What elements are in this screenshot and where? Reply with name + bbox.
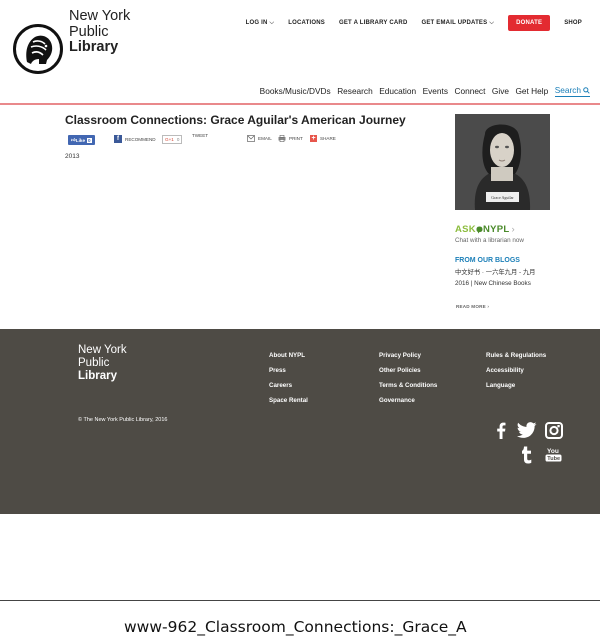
share-bar: 👍︎ Like 0 f RECOMMEND G+1 0 TWEET EMAIL …	[66, 133, 426, 147]
locations-link[interactable]: LOCATIONS	[288, 20, 325, 26]
library-card-label: GET A LIBRARY CARD	[338, 20, 408, 26]
main-nav: Books/Music/DVDs Research Education Even…	[253, 85, 590, 97]
like-count: 0	[87, 137, 92, 143]
footer-link-accessibility[interactable]: Accessibility	[486, 363, 546, 378]
search-button[interactable]: Search	[554, 85, 590, 97]
envelope-icon	[247, 135, 255, 142]
logo-line-1: New York	[69, 8, 131, 24]
gplus-label: G+1	[165, 137, 174, 142]
blog-link[interactable]: 中文好书 · 一六年九月 - 九月 2016 | New Chinese Boo…	[455, 267, 543, 289]
chat-bubble-icon	[476, 226, 483, 233]
share-label: SHARE	[320, 136, 336, 141]
utility-nav: LOG IN ⌵ LOCATIONS GET A LIBRARY CARD GE…	[232, 15, 582, 31]
printer-icon	[278, 135, 286, 142]
shop-link[interactable]: SHOP	[564, 20, 582, 26]
twitter-icon[interactable]	[517, 422, 537, 438]
search-label: Search	[554, 85, 581, 95]
google-plus-button[interactable]: G+1 0	[162, 135, 183, 144]
plus-icon: +	[310, 135, 317, 142]
footer-link-about[interactable]: About NYPL	[269, 348, 308, 363]
nav-books-music-dvds[interactable]: Books/Music/DVDs	[260, 86, 331, 96]
tweet-button[interactable]: TWEET	[192, 133, 208, 138]
search-icon	[583, 86, 590, 94]
grace-aguilar-portrait[interactable]: Grace Aguilar	[455, 114, 550, 210]
footer-logo-line-1: New York	[78, 344, 127, 356]
nypl-wordmark[interactable]: New York Public Library	[69, 8, 131, 56]
footer-logo-line-2: Public	[78, 357, 110, 369]
header-divider	[0, 103, 600, 105]
footer-link-terms[interactable]: Terms & Conditions	[379, 378, 437, 393]
nav-research[interactable]: Research	[337, 86, 373, 96]
chevron-right-icon: ›	[511, 224, 515, 235]
footer-link-privacy[interactable]: Privacy Policy	[379, 348, 437, 363]
nav-get-help[interactable]: Get Help	[515, 86, 548, 96]
like-label: Like	[75, 137, 86, 143]
ask-nypl-link[interactable]: ASK NYPL ›	[455, 224, 515, 235]
youtube-icon[interactable]: You Tube	[545, 447, 562, 462]
footer-link-space-rental[interactable]: Space Rental	[269, 393, 308, 408]
email-label: EMAIL	[258, 136, 272, 141]
tumblr-icon[interactable]	[521, 446, 533, 464]
footer-link-press[interactable]: Press	[269, 363, 308, 378]
portrait-caption: Grace Aguilar	[491, 195, 514, 200]
share-button[interactable]: + SHARE	[310, 135, 336, 142]
chevron-down-icon: ⌵	[489, 19, 495, 26]
recommend-button[interactable]: f RECOMMEND	[114, 135, 156, 143]
copyright-text: © The New York Public Library, 2016	[78, 417, 168, 423]
page-title: Classroom Connections: Grace Aguilar's A…	[65, 113, 406, 127]
svg-text:You: You	[547, 448, 559, 455]
donate-button[interactable]: DONATE	[508, 15, 551, 31]
facebook-icon: f	[114, 135, 122, 143]
nav-events[interactable]: Events	[423, 86, 448, 96]
ask-nypl-subtext: Chat with a librarian now	[455, 237, 524, 244]
read-more-link[interactable]: READ MORE ›	[456, 304, 489, 309]
email-updates-link[interactable]: GET EMAIL UPDATES ⌵	[421, 20, 494, 27]
log-in-label: LOG IN	[245, 20, 268, 26]
instagram-icon[interactable]	[545, 422, 563, 439]
facebook-icon[interactable]	[495, 422, 507, 439]
print-button[interactable]: PRINT	[278, 135, 303, 142]
nypl-label: NYPL	[482, 224, 510, 235]
recommend-label: RECOMMEND	[125, 136, 156, 142]
gplus-count: 0	[176, 137, 180, 142]
print-label: PRINT	[289, 136, 303, 141]
blogs-heading: FROM OUR BLOGS	[455, 257, 520, 264]
locations-label: LOCATIONS	[288, 20, 325, 26]
library-card-link[interactable]: GET A LIBRARY CARD	[339, 20, 408, 26]
article-year: 2013	[65, 153, 80, 160]
site-footer: New York Public Library About NYPL Press…	[0, 329, 600, 514]
log-in-link[interactable]: LOG IN ⌵	[246, 20, 275, 27]
facebook-like-button[interactable]: 👍︎ Like 0	[68, 135, 95, 145]
screenshot-caption: www-962_Classroom_Connections:_Grace_A	[0, 600, 600, 640]
footer-column-1: About NYPL Press Careers Space Rental	[269, 348, 308, 408]
ask-label: ASK	[455, 224, 476, 235]
footer-link-other-policies[interactable]: Other Policies	[379, 363, 437, 378]
footer-column-3: Rules & Regulations Accessibility Langua…	[486, 348, 546, 393]
footer-link-rules[interactable]: Rules & Regulations	[486, 348, 546, 363]
logo-line-3: Library	[69, 39, 119, 55]
email-updates-label: GET EMAIL UPDATES	[421, 20, 488, 26]
footer-logo-line-3: Library	[78, 370, 117, 382]
nav-connect[interactable]: Connect	[454, 86, 485, 96]
footer-link-careers[interactable]: Careers	[269, 378, 308, 393]
nypl-lion-logo[interactable]	[13, 24, 63, 74]
email-button[interactable]: EMAIL	[247, 135, 272, 142]
logo-line-2: Public	[69, 23, 109, 40]
chevron-down-icon: ⌵	[269, 19, 275, 26]
nav-education[interactable]: Education	[379, 86, 416, 96]
footer-link-governance[interactable]: Governance	[379, 393, 437, 408]
footer-wordmark[interactable]: New York Public Library	[78, 344, 127, 383]
footer-column-2: Privacy Policy Other Policies Terms & Co…	[379, 348, 437, 408]
svg-text:Tube: Tube	[547, 456, 560, 462]
footer-link-language[interactable]: Language	[486, 378, 546, 393]
nav-give[interactable]: Give	[492, 86, 509, 96]
